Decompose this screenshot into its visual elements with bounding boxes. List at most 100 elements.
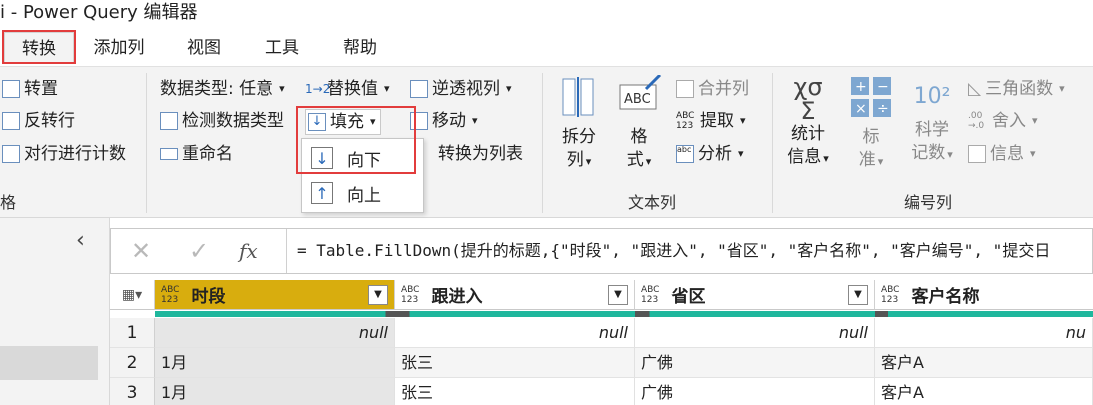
transpose-button[interactable]: 转置 <box>2 77 58 101</box>
parse-icon: abc <box>676 145 694 163</box>
row-number[interactable]: 3 <box>110 378 155 405</box>
formula-bar: ✕ ✓ fx = Table.FillDown(提升的标题,{"时段", "跟进… <box>110 228 1093 274</box>
count-rows-button[interactable]: 对行进行计数 <box>2 142 126 166</box>
scientific-label-1: 科学 <box>915 120 949 140</box>
statistics-label-1: 统计 <box>791 124 825 144</box>
table-cell[interactable]: 1月 <box>155 348 395 378</box>
count-rows-icon <box>2 145 20 163</box>
replace-values-icon: 1→2 <box>305 82 331 96</box>
table-cell[interactable]: 广佛 <box>635 348 875 378</box>
convert-to-list-button[interactable]: 转换为列表 <box>438 142 523 166</box>
information-button[interactable]: 信息 ▾ <box>968 142 1036 166</box>
separator <box>146 73 147 213</box>
filter-dropdown-icon[interactable]: ▼ <box>608 285 628 305</box>
merge-columns-icon <box>676 80 694 98</box>
queries-pane: ‹ <box>0 218 110 405</box>
replace-values-label: 替换值 <box>327 79 378 99</box>
filter-dropdown-icon[interactable]: ▼ <box>368 285 388 305</box>
chevron-down-icon: ▾ <box>738 147 744 160</box>
chevron-down-icon: ▾ <box>877 155 884 168</box>
split-column-label-1: 拆分 <box>562 127 596 147</box>
table-cell[interactable]: 客户A <box>875 348 1093 378</box>
chevron-down-icon: ▾ <box>384 82 390 95</box>
data-type-dropdown[interactable]: 数据类型: 任意 ▾ <box>160 77 285 101</box>
chevron-down-icon: ▾ <box>472 114 478 127</box>
table-cell[interactable]: 张三 <box>395 378 635 405</box>
split-column-button[interactable]: 拆分 列 ▾ <box>554 75 604 173</box>
rename-button[interactable]: 重命名 <box>160 142 233 166</box>
count-rows-label: 对行进行计数 <box>24 144 126 164</box>
query-list-item[interactable] <box>0 346 98 380</box>
table-cell[interactable]: 客户A <box>875 378 1093 405</box>
fill-down-menu-item[interactable]: ↓ 向下 <box>303 141 422 175</box>
column-header-shengqu[interactable]: ABC 123 省区 ▼ <box>635 280 875 310</box>
table-cell[interactable]: null <box>635 318 875 348</box>
split-column-icon <box>562 77 594 117</box>
detect-type-button[interactable]: 检测数据类型 <box>160 109 284 133</box>
formula-input[interactable]: = Table.FillDown(提升的标题,{"时段", "跟进入", "省区… <box>286 229 1093 273</box>
table-cell[interactable]: nu <box>875 318 1093 348</box>
tab-add-column[interactable]: 添加列 <box>80 32 158 64</box>
parse-button[interactable]: abc 分析 ▾ <box>676 142 744 166</box>
standard-label-1: 标 <box>862 127 880 147</box>
trigonometry-button[interactable]: ◺ 三角函数 ▾ <box>968 77 1065 101</box>
rounding-button[interactable]: .00 →.0 舍入 ▾ <box>968 109 1038 133</box>
standard-button[interactable]: + − × ÷ 标 准 ▾ <box>846 75 896 173</box>
column-header-shiduan[interactable]: ABC 123 时段 ▼ <box>155 280 395 310</box>
extract-button[interactable]: ABC 123 提取 ▾ <box>676 109 746 133</box>
detect-type-label: 检测数据类型 <box>182 111 284 131</box>
column-quality-bar <box>635 311 875 317</box>
merge-columns-button[interactable]: 合并列 <box>676 77 749 101</box>
scientific-button[interactable]: 10² 科学 记数 ▾ <box>904 75 960 166</box>
tab-help[interactable]: 帮助 <box>324 32 396 64</box>
filter-dropdown-icon[interactable]: ▼ <box>848 285 868 305</box>
rename-label: 重命名 <box>182 144 233 164</box>
table-cell[interactable]: null <box>395 318 635 348</box>
statistics-label-2: 信息 <box>787 147 822 167</box>
extract-label: 提取 <box>700 111 734 131</box>
chevron-down-icon: ▾ <box>1032 114 1038 127</box>
row-number[interactable]: 1 <box>110 318 155 348</box>
fx-icon[interactable]: fx <box>239 239 258 263</box>
format-button[interactable]: ABC 格 式 ▾ <box>614 73 664 173</box>
statistics-button[interactable]: χσ Σ 统计 信息 ▾ <box>778 75 838 170</box>
tab-tools[interactable]: 工具 <box>246 32 318 64</box>
power-icon: 10² <box>913 84 951 109</box>
table-cell[interactable]: null <box>155 318 395 348</box>
reverse-rows-button[interactable]: 反转行 <box>2 109 75 133</box>
ribbon-tabs: 转换 添加列 视图 工具 帮助 <box>0 30 1093 66</box>
fill-up-menu-item[interactable]: ↑ 向上 <box>303 176 422 210</box>
standard-label-2: 准 <box>858 150 876 170</box>
detect-type-icon <box>160 112 178 130</box>
unpivot-button[interactable]: 逆透视列 ▾ <box>410 77 512 101</box>
confirm-icon[interactable]: ✓ <box>189 237 209 265</box>
rename-icon <box>160 148 178 160</box>
type-any-icon: ABC 123 <box>881 284 900 305</box>
format-label-1: 格 <box>630 127 648 147</box>
collapse-chevron-icon[interactable]: ‹ <box>76 228 85 253</box>
table-cell[interactable]: 广佛 <box>635 378 875 405</box>
tab-view[interactable]: 视图 <box>168 32 240 64</box>
fill-button[interactable]: ↓ 填充 ▾ <box>305 109 381 135</box>
move-button[interactable]: 移动 ▾ <box>410 109 478 133</box>
column-header-genjinru[interactable]: ABC 123 跟进入 ▼ <box>395 280 635 310</box>
table-menu-button[interactable]: ▦▾ <box>110 280 155 310</box>
type-any-icon: ABC 123 <box>641 284 660 305</box>
number-group-label: 编号列 <box>904 193 953 212</box>
chevron-down-icon: ▾ <box>279 82 285 95</box>
unpivot-icon <box>410 80 428 98</box>
table-cell[interactable]: 1月 <box>155 378 395 405</box>
svg-text:−: − <box>877 79 889 95</box>
row-number[interactable]: 2 <box>110 348 155 378</box>
abc-123-icon: ABC 123 <box>676 111 695 131</box>
replace-values-button[interactable]: 1→2 替换值 ▾ <box>305 77 390 101</box>
chevron-down-icon: ▾ <box>585 155 592 168</box>
tab-transform[interactable]: 转换 <box>4 32 74 64</box>
fill-up-label: 向上 <box>347 185 381 206</box>
cancel-icon[interactable]: ✕ <box>131 237 151 265</box>
chevron-down-icon: ▾ <box>506 82 512 95</box>
column-header-kehumingcheng[interactable]: ABC 123 客户名称 <box>875 280 1093 310</box>
convert-to-list-label: 转换为列表 <box>438 144 523 164</box>
calculator-icon: + − × ÷ <box>851 77 891 117</box>
table-cell[interactable]: 张三 <box>395 348 635 378</box>
